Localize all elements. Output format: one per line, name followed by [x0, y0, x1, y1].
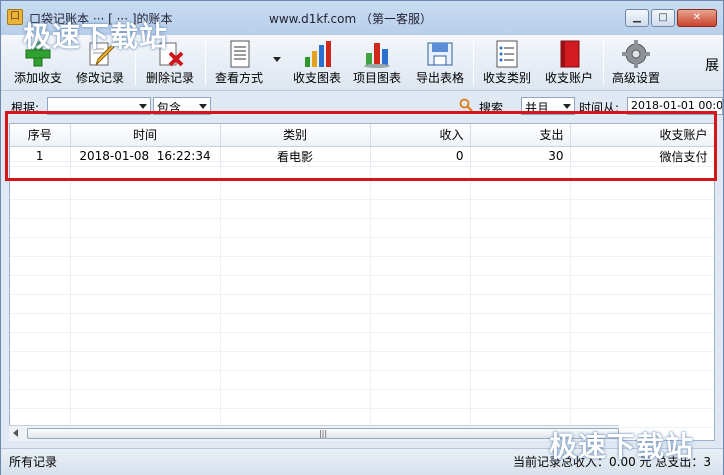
grid-column-line — [220, 146, 221, 440]
toolbar-label: 高级设置 — [611, 71, 660, 85]
toolbar-separator — [603, 39, 604, 85]
window-controls: ▁ □ ✕ — [623, 9, 717, 27]
export-table-button[interactable]: 导出表格 — [409, 35, 471, 89]
cell-category: 看电影 — [220, 146, 371, 167]
time-from-input[interactable]: 2018-01-01 00:0 — [627, 97, 723, 115]
advanced-settings-button[interactable]: 高级设置 — [605, 35, 667, 89]
cell-account: 微信支付 — [570, 146, 714, 167]
toolbar-label: 查看方式 — [214, 71, 263, 85]
filter-basis-select[interactable] — [47, 97, 151, 115]
toolbar-separator — [473, 39, 474, 85]
search-button[interactable]: 搜索 — [479, 99, 503, 116]
category-list-icon — [496, 40, 518, 68]
filter-match-value: 包含 — [157, 101, 182, 115]
toolbar-label: 修改记录 — [75, 71, 124, 85]
records-grid[interactable]: 序号 时间 类别 收入 支出 收支账户 1 2018-01-08 16:22:3… — [9, 123, 715, 441]
column-header-seq[interactable]: 序号 — [10, 124, 71, 147]
grid-background — [10, 124, 714, 440]
maximize-button[interactable]: □ — [651, 9, 675, 27]
column-header-time[interactable]: 时间 — [70, 124, 221, 147]
table-header-row: 序号 时间 类别 收入 支出 收支账户 — [10, 124, 714, 147]
search-icon[interactable] — [459, 98, 473, 112]
toolbar-label: 项目图表 — [352, 71, 401, 85]
gear-icon — [622, 40, 650, 68]
filter-logic-value: 并且 — [525, 101, 550, 115]
time-from-value: 2018-01-01 00:0 — [631, 99, 723, 112]
column-header-expense[interactable]: 支出 — [470, 124, 571, 147]
filter-logic-select[interactable]: 并且 — [521, 97, 575, 115]
income-chart-button[interactable]: 收支图表 — [287, 35, 347, 89]
filter-bar: 根据: 包含 搜索 并且 时间从: 2018-01-01 00:0 — [1, 93, 723, 119]
table-row[interactable]: 1 2018-01-08 16:22:34 看电影 0 30 微信支付 — [10, 146, 714, 167]
column-header-category[interactable]: 类别 — [220, 124, 371, 147]
app-window: 口 口袋记账本 ··· [ ··· ]的账本 www.d1kf.com （第一客… — [0, 0, 724, 475]
horizontal-scrollbar[interactable]: ||| — [9, 425, 619, 441]
time-from-label: 时间从: — [579, 101, 620, 115]
column-header-income[interactable]: 收入 — [370, 124, 471, 147]
window-subtitle: www.d1kf.com （第一客服） — [269, 12, 432, 26]
toolbar-label: 收支账户 — [544, 71, 593, 85]
scroll-left-arrow-icon[interactable] — [13, 429, 18, 437]
column-header-account[interactable]: 收支账户 — [570, 124, 714, 147]
grid-column-line — [570, 146, 571, 440]
filter-basis-label: 根据: — [11, 101, 40, 115]
account-book-icon — [560, 40, 580, 68]
cell-time: 2018-01-08 16:22:34 — [70, 146, 221, 167]
project-chart-icon — [364, 43, 390, 68]
watermark-logo-top: 极速下载站 — [23, 20, 169, 53]
scrollbar-thumb[interactable]: ||| — [27, 428, 619, 439]
records-table: 序号 时间 类别 收入 支出 收支账户 1 2018-01-08 16:22:3… — [10, 124, 714, 167]
app-logo-icon: 口 — [7, 9, 23, 25]
view-mode-button[interactable]: 查看方式 — [209, 35, 269, 89]
close-button[interactable]: ✕ — [677, 9, 717, 27]
filter-match-select[interactable]: 包含 — [153, 97, 211, 115]
view-document-icon — [230, 40, 250, 68]
grid-column-line — [470, 146, 471, 440]
toolbar-label: 添加收支 — [13, 71, 62, 85]
category-button[interactable]: 收支类别 — [477, 35, 537, 89]
toolbar-label: 收支类别 — [482, 71, 531, 85]
chevron-down-icon — [199, 104, 207, 109]
cell-seq: 1 — [10, 146, 71, 167]
watermark-logo-bottom: 极速下载站 — [549, 430, 695, 463]
cell-expense: 30 — [470, 146, 571, 167]
toolbar-label: 删除记录 — [145, 71, 194, 85]
grid-column-line — [370, 146, 371, 440]
minimize-button[interactable]: ▁ — [625, 9, 649, 27]
chevron-down-icon — [139, 104, 147, 109]
account-button[interactable]: 收支账户 — [539, 35, 599, 89]
project-chart-button[interactable]: 项目图表 — [347, 35, 407, 89]
toolbar-overflow[interactable]: 展 — [705, 55, 719, 75]
grid-column-line — [70, 146, 71, 440]
bar-chart-icon — [305, 41, 331, 67]
export-table-icon — [427, 42, 453, 66]
cell-income: 0 — [370, 146, 471, 167]
view-mode-dropdown-arrow-icon[interactable] — [273, 57, 281, 62]
status-filter-text: 所有记录 — [9, 455, 58, 469]
toolbar-label: 收支图表 — [292, 71, 341, 85]
toolbar-label: 导出表格 — [415, 71, 464, 85]
chevron-down-icon — [563, 104, 571, 109]
toolbar-separator — [205, 39, 206, 85]
